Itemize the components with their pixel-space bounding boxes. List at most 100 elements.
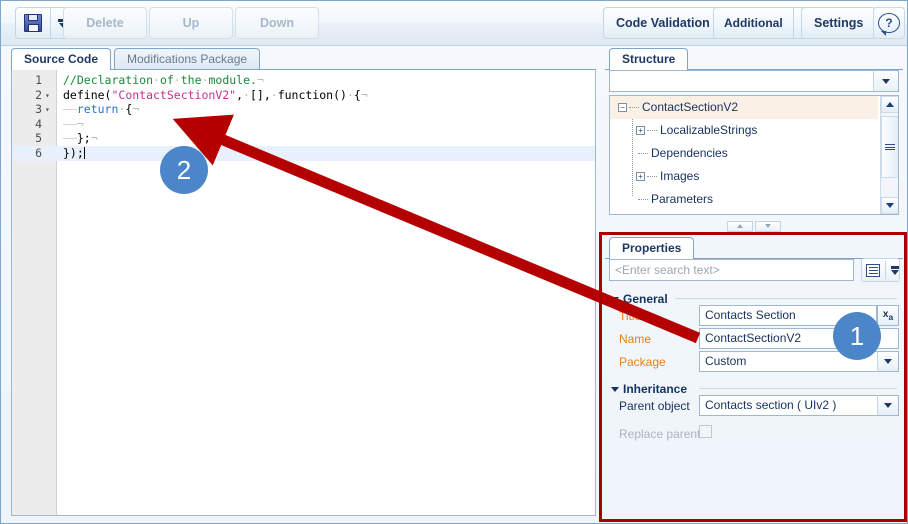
expand-node-icon[interactable]: + — [636, 126, 645, 135]
triangle-down-icon — [765, 224, 771, 228]
view-button-divider — [885, 261, 886, 279]
text-caret — [83, 146, 85, 159]
delete-button-wrap: Delete — [63, 7, 147, 39]
tree-node[interactable]: − ContactSectionV2 — [610, 96, 878, 119]
down-button[interactable]: Down — [235, 7, 319, 39]
properties-panel: Properties <Enter search text> General T… — [605, 237, 903, 515]
property-list-icon — [866, 263, 881, 277]
tree-node-label: Dependencies — [651, 146, 728, 160]
tree-connector-dots — [638, 153, 648, 154]
package-select[interactable]: Custom — [699, 351, 899, 372]
panel-splitter[interactable] — [605, 219, 903, 233]
line-number: 3 — [35, 102, 42, 117]
code-text: }); — [63, 145, 85, 160]
title-input[interactable]: Contacts Section — [699, 305, 877, 326]
section-inheritance-rule — [699, 388, 897, 389]
tab-structure[interactable]: Structure — [609, 48, 689, 70]
up-button-wrap: Up — [149, 7, 233, 39]
section-general-rule — [675, 298, 897, 299]
tree-node[interactable]: Parameters — [610, 188, 878, 211]
tree-node[interactable]: Dependencies — [610, 142, 878, 165]
code-text: ——};¬ — [63, 131, 98, 146]
tree-connector-dots — [638, 199, 648, 200]
source-editor-pane: Source Code Modifications Package 1 //Dec… — [11, 48, 596, 516]
replace-parent-label: Replace parent — [619, 427, 701, 441]
package-label: Package — [619, 355, 666, 369]
chevron-down-icon — [891, 265, 899, 275]
floppy-save-icon — [24, 14, 42, 32]
parent-object-dropdown-button[interactable] — [877, 395, 899, 416]
code-fold-toggle-icon[interactable]: ▾ — [45, 89, 53, 104]
chevron-down-icon — [884, 403, 892, 408]
code-lines: 1 //Declaration·of·the·module.¬ 2 ▾ define("… — [12, 73, 595, 161]
name-label: Name — [619, 332, 652, 346]
delete-button[interactable]: Delete — [63, 7, 147, 39]
structure-filter-combo[interactable] — [609, 70, 899, 92]
package-dropdown-button[interactable] — [877, 351, 899, 372]
section-inheritance-header[interactable]: Inheritance — [611, 382, 687, 396]
up-button[interactable]: Up — [149, 7, 233, 39]
save-button[interactable] — [16, 8, 50, 38]
collapse-node-icon[interactable]: − — [618, 103, 627, 112]
splitter-collapse-up-button[interactable] — [727, 220, 753, 232]
structure-tree-scrollbar[interactable] — [880, 96, 898, 214]
tree-connector-dots — [629, 107, 639, 108]
section-general-header[interactable]: General — [611, 292, 668, 306]
tree-node[interactable]: + LocalizableStrings — [610, 119, 878, 142]
structure-filter-dropdown-button[interactable] — [873, 71, 898, 91]
code-line: 5 ——};¬ — [12, 131, 595, 146]
tab-source-code[interactable]: Source Code — [11, 48, 112, 70]
triangle-down-icon — [886, 203, 894, 208]
help-wrap: ? — [873, 7, 905, 39]
line-number: 6 — [35, 145, 42, 160]
additional-button[interactable]: Additional — [714, 8, 793, 38]
replace-parent-checkbox[interactable] — [699, 425, 712, 438]
code-line: 6}); — [12, 145, 595, 161]
module-designer-window: Delete Up Down Code Validation Additiona… — [0, 0, 908, 524]
triangle-up-icon — [886, 102, 894, 107]
tree-node-label: LocalizableStrings — [660, 123, 758, 137]
tree-node-label: Images — [660, 169, 700, 183]
code-text: define("ContactSectionV2",·[],·function(… — [63, 87, 368, 102]
code-validation-button[interactable]: Code Validation — [603, 7, 723, 39]
triangle-up-icon — [737, 224, 743, 228]
down-button-wrap: Down — [235, 7, 319, 39]
triangle-down-icon — [611, 386, 619, 392]
grip-icon — [885, 143, 895, 152]
main-toolbar: Delete Up Down Code Validation Additiona… — [1, 1, 907, 46]
scroll-up-button[interactable] — [881, 96, 898, 113]
settings-wrap: Settings — [801, 7, 877, 39]
chevron-down-icon — [882, 78, 890, 84]
tab-properties[interactable]: Properties — [609, 237, 695, 259]
tree-node-label: ContactSectionV2 — [642, 100, 739, 114]
code-line: 3 ▾ ——return·{¬ — [12, 102, 595, 117]
structure-panel: Structure − ContactSectionV2 + LocalizableS… — [605, 48, 903, 223]
code-text: //Declaration·of·the·module.¬ — [63, 73, 264, 87]
title-label: Title — [619, 309, 642, 323]
code-text: ——return·{¬ — [63, 102, 140, 117]
scroll-down-button[interactable] — [881, 197, 898, 214]
properties-search-input[interactable]: <Enter search text> — [609, 259, 854, 281]
name-input[interactable]: ContactSectionV2 — [699, 328, 899, 349]
expand-node-icon[interactable]: + — [636, 172, 645, 181]
help-button[interactable]: ? — [873, 7, 905, 39]
parent-object-select[interactable]: Contacts section ( UIv2 ) — [699, 395, 899, 416]
settings-button[interactable]: Settings — [801, 7, 877, 39]
tree-connector-dots — [647, 130, 657, 131]
structure-tree[interactable]: − ContactSectionV2 + LocalizableStrings Depe… — [609, 95, 899, 215]
code-fold-toggle-icon[interactable]: ▾ — [45, 103, 53, 118]
section-general-title: General — [623, 292, 668, 306]
structure-tabstrip: Structure — [605, 48, 903, 70]
scrollbar-thumb[interactable] — [881, 116, 898, 178]
properties-view-button[interactable] — [861, 258, 900, 282]
tree-node[interactable]: + Images — [610, 165, 878, 188]
parent-object-label: Parent object — [619, 399, 690, 413]
tree-connector-dots — [647, 176, 657, 177]
line-number: 5 — [35, 131, 42, 146]
title-translate-button[interactable]: xa — [877, 305, 899, 326]
properties-tabstrip: Properties — [605, 237, 903, 259]
splitter-collapse-down-button[interactable] — [755, 220, 781, 232]
tab-modifications-package[interactable]: Modifications Package — [114, 48, 261, 69]
tree-node-label: Parameters — [651, 192, 714, 206]
code-editor[interactable]: 1 //Declaration·of·the·module.¬ 2 ▾ define("… — [11, 70, 596, 516]
